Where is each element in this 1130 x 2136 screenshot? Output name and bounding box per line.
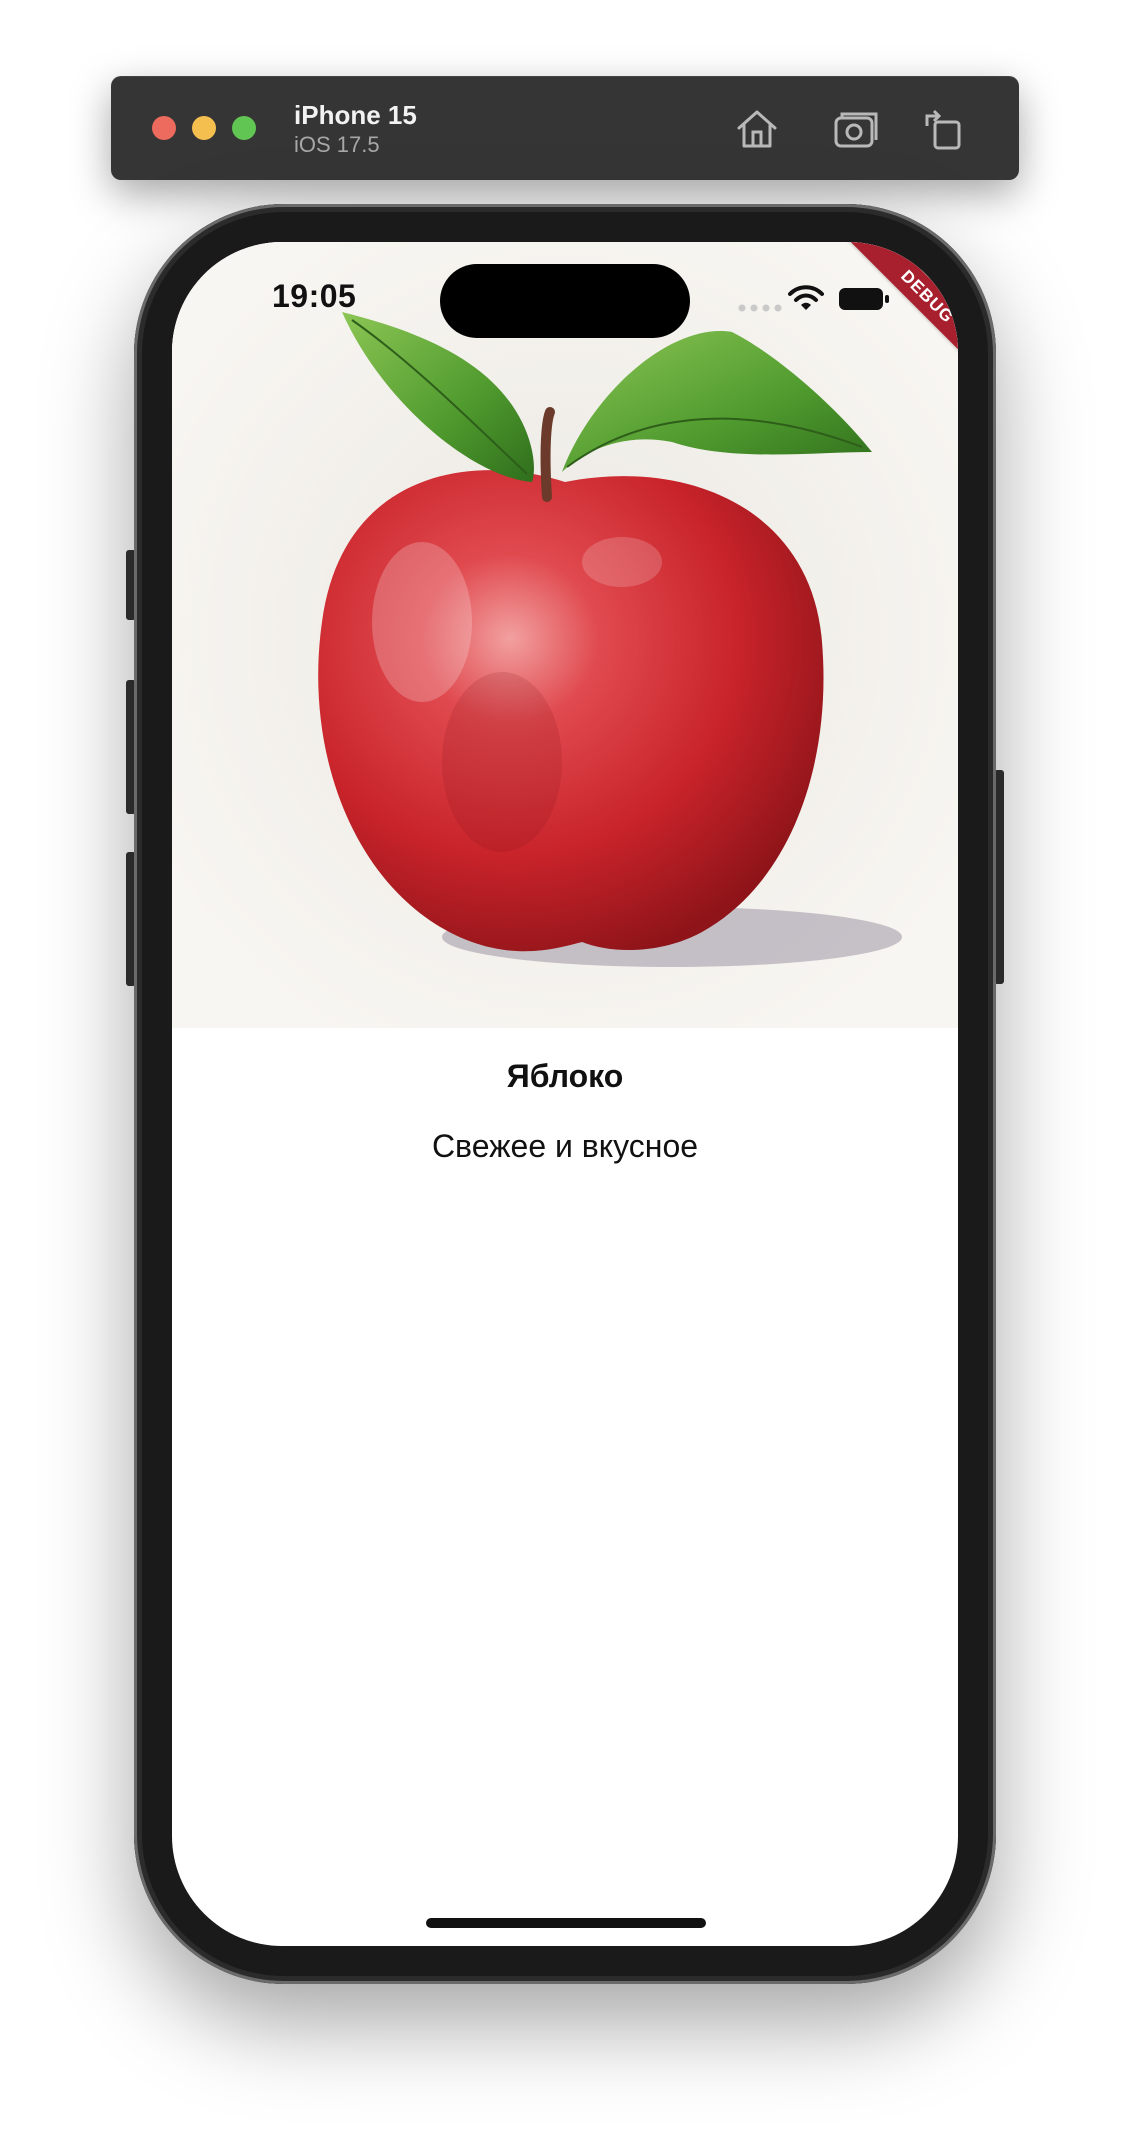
rotate-button[interactable] bbox=[921, 106, 969, 152]
wifi-icon bbox=[788, 285, 824, 310]
zoom-window-button[interactable] bbox=[232, 116, 256, 140]
minimize-window-button[interactable] bbox=[192, 116, 216, 140]
home-icon bbox=[737, 110, 777, 148]
simulator-toolbar: iPhone 15 iOS 17.5 bbox=[111, 76, 1019, 180]
screenshot-button[interactable] bbox=[832, 106, 880, 152]
cellular-signal-icon bbox=[738, 304, 782, 312]
home-indicator[interactable] bbox=[426, 1918, 706, 1928]
dynamic-island bbox=[440, 264, 690, 338]
product-description: Свежее и вкусное bbox=[431, 1128, 699, 1164]
rotate-icon bbox=[925, 109, 961, 150]
device-name: iPhone 15 bbox=[294, 100, 417, 130]
product-title: Яблоко bbox=[506, 1058, 624, 1094]
apple-illustration bbox=[172, 242, 958, 1028]
phone-screen: 19:05 DEBUG Яблоко Свежее и вкусное bbox=[172, 242, 958, 1946]
os-version: iOS 17.5 bbox=[294, 132, 380, 157]
product-image bbox=[172, 242, 958, 1028]
battery-icon bbox=[839, 288, 889, 310]
status-time: 19:05 bbox=[272, 278, 357, 314]
close-window-button[interactable] bbox=[152, 116, 176, 140]
screenshot-icon bbox=[834, 112, 878, 148]
home-button[interactable] bbox=[733, 106, 781, 152]
